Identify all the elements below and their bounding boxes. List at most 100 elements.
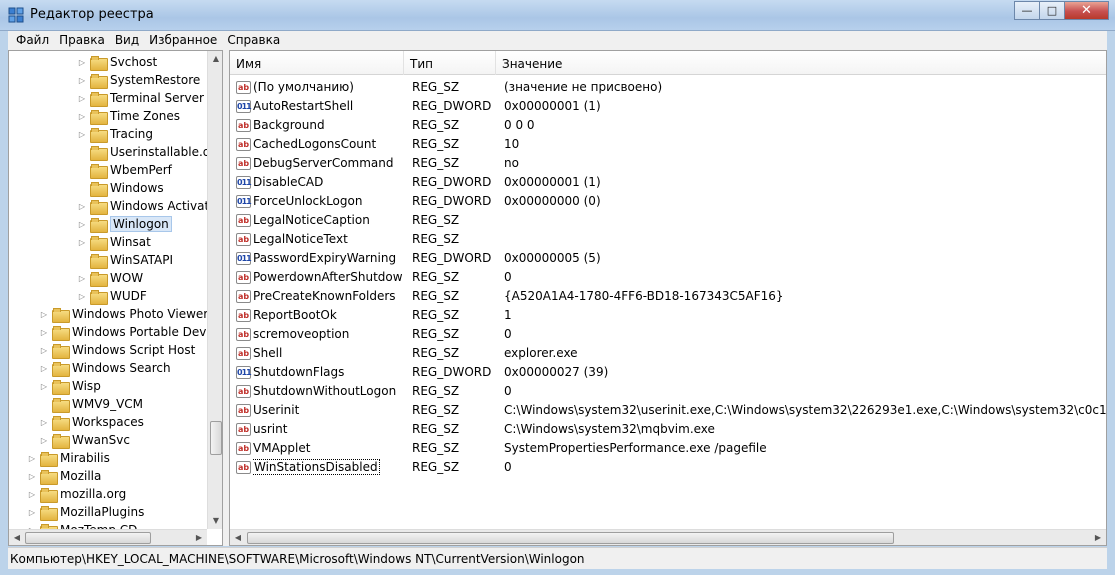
tree-item[interactable]: ▷ Windows Script Host [39, 341, 195, 359]
tree-hscroll-thumb[interactable] [25, 532, 151, 544]
column-header-name[interactable]: Имя [230, 51, 404, 75]
expand-arrow-icon[interactable]: ▷ [77, 76, 87, 85]
expand-arrow-icon[interactable]: ▷ [27, 508, 37, 517]
tree-item[interactable]: Windows [77, 179, 164, 197]
column-header-type[interactable]: Тип [404, 51, 496, 75]
tree-vscroll-thumb[interactable] [210, 421, 222, 455]
expand-arrow-icon[interactable]: ▷ [77, 238, 87, 247]
value-row[interactable]: 011 ForceUnlockLogon REG_DWORD 0x00000000 (… [230, 192, 1106, 211]
tree-item[interactable]: ▷ WOW [77, 269, 143, 287]
scroll-right-icon[interactable]: ▶ [191, 530, 207, 545]
tree-item[interactable]: ▷ Windows Activat [77, 197, 209, 215]
value-row[interactable]: 011 AutoRestartShell REG_DWORD 0x00000001 (… [230, 97, 1106, 116]
tree-item[interactable]: ▷ Mozilla [27, 467, 101, 485]
registry-tree[interactable]: ▷ Svchost ▷ SystemRestore ▷ Terminal Server ▷ T… [8, 50, 223, 546]
tree-item[interactable]: Userinstallable.dr [77, 143, 215, 161]
expand-arrow-icon[interactable]: ▷ [39, 364, 49, 373]
expand-arrow-icon[interactable]: ▷ [39, 310, 49, 319]
menu-edit[interactable]: Правка [54, 31, 110, 50]
tree-item-label: Windows Search [72, 361, 171, 375]
tree-item[interactable]: ▷ Windows Portable Devic [39, 323, 216, 341]
value-row[interactable]: ab Userinit REG_SZ C:\Windows\system32\user… [230, 401, 1106, 420]
value-row[interactable]: ab scremoveoption REG_SZ 0 [230, 325, 1106, 344]
tree-item[interactable]: WinSATAPI [77, 251, 173, 269]
scroll-up-icon[interactable]: ▲ [208, 51, 222, 67]
tree-item[interactable]: ▷ Windows Photo Viewer [39, 305, 208, 323]
tree-item[interactable]: ▷ Winlogon [77, 215, 172, 233]
value-row[interactable]: ab PreCreateKnownFolders REG_SZ {A520A1A4-1… [230, 287, 1106, 306]
tree-item[interactable]: ▷ Terminal Server [77, 89, 204, 107]
window-title: Редактор реестра [30, 7, 154, 22]
menu-help[interactable]: Справка [222, 31, 285, 50]
value-row[interactable]: ab Background REG_SZ 0 0 0 [230, 116, 1106, 135]
tree-horizontal-scrollbar[interactable]: ◀ ▶ [9, 529, 207, 545]
expand-arrow-icon[interactable]: ▷ [27, 472, 37, 481]
expand-arrow-icon[interactable]: ▷ [77, 58, 87, 67]
tree-item[interactable]: ▷ Tracing [77, 125, 153, 143]
expand-arrow-icon[interactable]: ▷ [77, 94, 87, 103]
values-hscroll-thumb[interactable] [247, 532, 894, 544]
value-row[interactable]: ab CachedLogonsCount REG_SZ 10 [230, 135, 1106, 154]
tree-item[interactable]: ▷ WUDF [77, 287, 147, 305]
scroll-right-icon[interactable]: ▶ [1090, 530, 1106, 545]
tree-item[interactable]: ▷ Windows Search [39, 359, 171, 377]
expand-arrow-icon[interactable]: ▷ [77, 202, 87, 211]
expand-arrow-icon[interactable]: ▷ [77, 112, 87, 121]
expand-arrow-icon[interactable]: ▷ [39, 328, 49, 337]
value-row[interactable]: ab ReportBootOk REG_SZ 1 [230, 306, 1106, 325]
close-button[interactable]: ✕ [1064, 1, 1109, 20]
tree-item[interactable]: ▷ Svchost [77, 53, 157, 71]
column-header-value[interactable]: Значение [496, 51, 1096, 75]
tree-vertical-scrollbar[interactable]: ▲ ▼ [207, 51, 222, 529]
value-row[interactable]: 011 ShutdownFlags REG_DWORD 0x00000027 (39) [230, 363, 1106, 382]
scroll-left-icon[interactable]: ◀ [9, 530, 25, 545]
value-row[interactable]: ab usrint REG_SZ C:\Windows\system32\mqbvim… [230, 420, 1106, 439]
close-icon: ✕ [1081, 3, 1092, 18]
tree-item[interactable]: ▷ Mirabilis [27, 449, 110, 467]
value-row[interactable]: ab PowerdownAfterShutdown REG_SZ 0 [230, 268, 1106, 287]
menu-file[interactable]: Файл [11, 31, 54, 50]
expand-arrow-icon[interactable]: ▷ [39, 346, 49, 355]
values-horizontal-scrollbar[interactable]: ◀ ▶ [230, 529, 1106, 545]
tree-item[interactable]: ▷ Wisp [39, 377, 101, 395]
tree-item[interactable]: ▷ Workspaces [39, 413, 144, 431]
value-row[interactable]: 011 PasswordExpiryWarning REG_DWORD 0x00000… [230, 249, 1106, 268]
minimize-button[interactable]: — [1014, 1, 1040, 20]
title-bar[interactable]: Редактор реестра — □ ✕ [0, 0, 1115, 31]
tree-item[interactable]: ▷ WwanSvc [39, 431, 130, 449]
tree-item[interactable]: WbemPerf [77, 161, 172, 179]
expand-arrow-icon[interactable]: ▷ [39, 382, 49, 391]
scroll-down-icon[interactable]: ▼ [208, 513, 222, 529]
value-row[interactable]: ab VMApplet REG_SZ SystemPropertiesPerforma… [230, 439, 1106, 458]
values-list[interactable]: Имя Тип Значение ab (По умолчанию) REG_SZ(… [229, 50, 1107, 546]
tree-item[interactable]: ▷ mozilla.org [27, 485, 126, 503]
expand-arrow-icon[interactable]: ▷ [39, 436, 49, 445]
expand-arrow-icon[interactable]: ▷ [77, 130, 87, 139]
value-row[interactable]: ab Shell REG_SZ explorer.exe [230, 344, 1106, 363]
maximize-button[interactable]: □ [1039, 1, 1065, 20]
tree-item[interactable]: ▷ Winsat [77, 233, 151, 251]
expand-arrow-icon[interactable]: ▷ [77, 274, 87, 283]
value-row[interactable]: ab WinStationsDisabled REG_SZ 0 [230, 458, 1106, 477]
expand-arrow-icon[interactable]: ▷ [77, 292, 87, 301]
value-row[interactable]: ab LegalNoticeText REG_SZ [230, 230, 1106, 249]
menu-view[interactable]: Вид [110, 31, 144, 50]
tree-item[interactable]: WMV9_VCM [39, 395, 143, 413]
tree-item[interactable]: ▷ SystemRestore [77, 71, 200, 89]
value-row[interactable]: ab DebugServerCommand REG_SZ no [230, 154, 1106, 173]
tree-item[interactable]: ▷ MozillaPlugins [27, 503, 144, 521]
expand-arrow-icon[interactable]: ▷ [77, 220, 87, 229]
value-row[interactable]: 011 DisableCAD REG_DWORD 0x00000001 (1) [230, 173, 1106, 192]
expand-arrow-icon[interactable]: ▷ [39, 418, 49, 427]
value-name: ShutdownFlags [253, 365, 345, 379]
expand-arrow-icon[interactable]: ▷ [27, 454, 37, 463]
value-row[interactable]: ab ShutdownWithoutLogon REG_SZ 0 [230, 382, 1106, 401]
value-data: SystemPropertiesPerformance.exe /pagefil… [504, 441, 767, 455]
scroll-left-icon[interactable]: ◀ [230, 530, 246, 545]
menu-favorites[interactable]: Избранное [144, 31, 222, 50]
value-row[interactable]: ab LegalNoticeCaption REG_SZ [230, 211, 1106, 230]
tree-item[interactable]: ▷ Time Zones [77, 107, 180, 125]
value-data [504, 230, 1106, 249]
value-row[interactable]: ab (По умолчанию) REG_SZ (значение не присв… [230, 78, 1106, 97]
expand-arrow-icon[interactable]: ▷ [27, 490, 37, 499]
